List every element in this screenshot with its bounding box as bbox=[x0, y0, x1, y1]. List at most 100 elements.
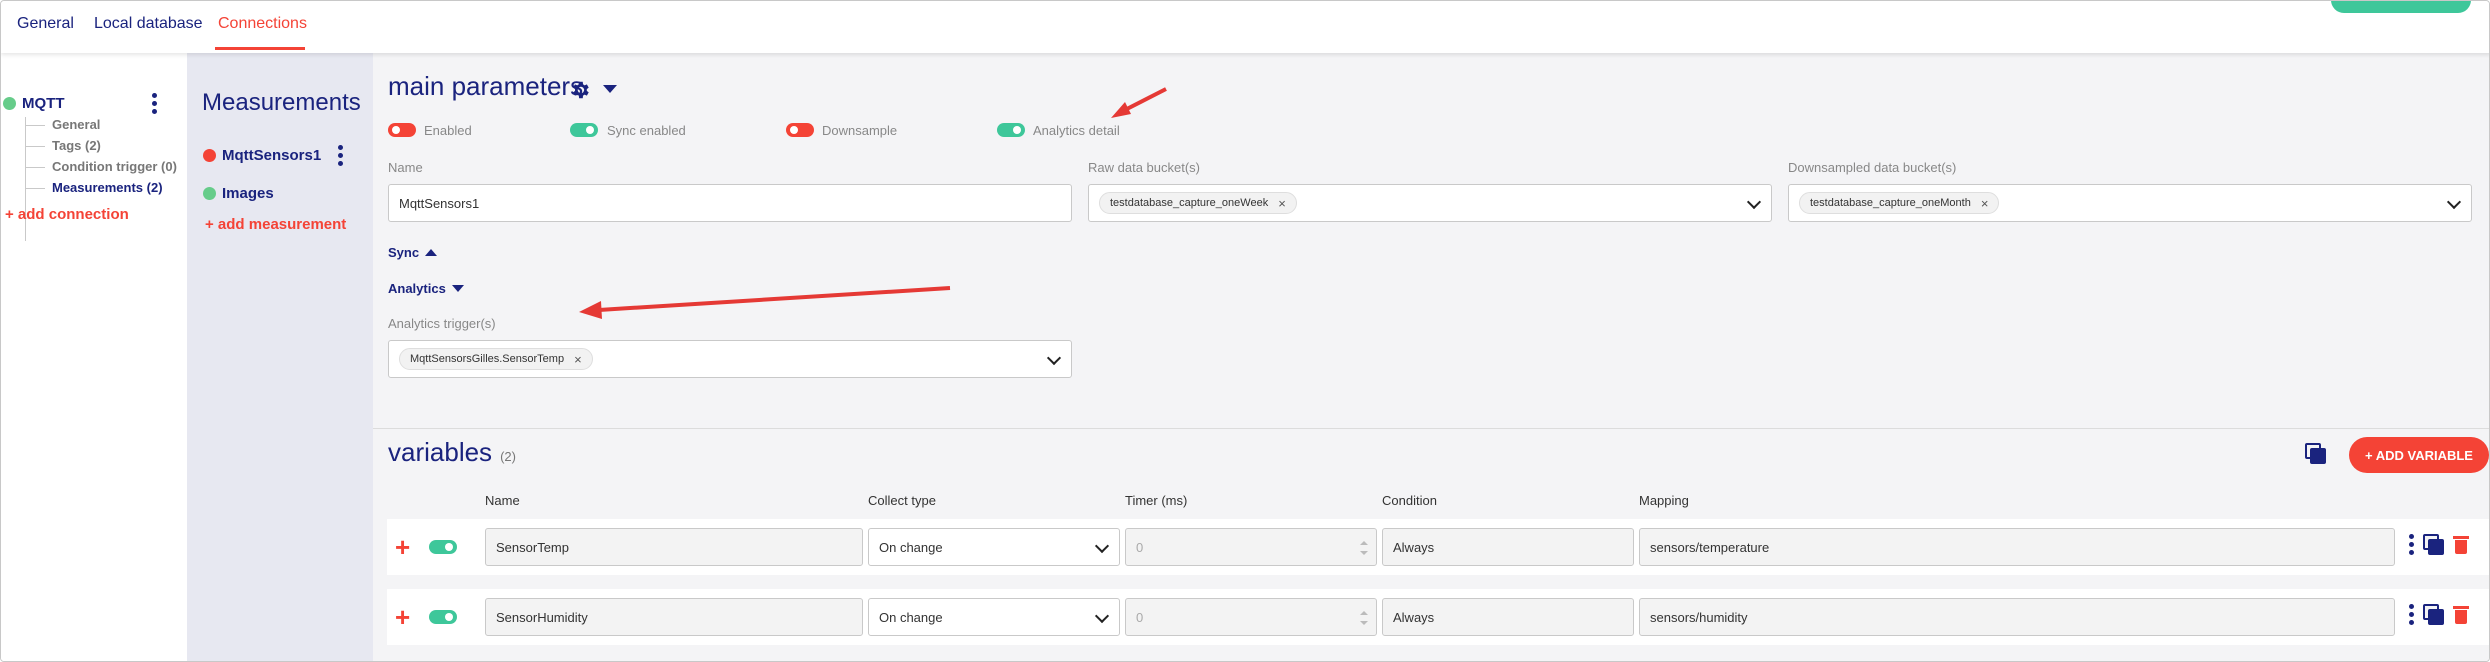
expand-row-button[interactable]: + bbox=[395, 604, 410, 630]
collect-type-value: On change bbox=[879, 609, 943, 625]
tree-item-condition-trigger[interactable]: Condition trigger (0) bbox=[52, 159, 177, 174]
measurement-menu-icon[interactable] bbox=[338, 145, 344, 169]
raw-bucket-label: Raw data bucket(s) bbox=[1088, 160, 1200, 175]
tab-connections[interactable]: Connections bbox=[218, 15, 307, 33]
column-header-name: Name bbox=[485, 493, 520, 508]
chip-label: MqttSensorsGilles.SensorTemp bbox=[410, 353, 565, 365]
status-dot-icon bbox=[203, 149, 216, 162]
variables-count: (2) bbox=[500, 449, 516, 464]
mapping-input[interactable]: sensors/temperature bbox=[1639, 528, 2395, 566]
analytics-trigger-select[interactable]: MqttSensorsGilles.SensorTemp × bbox=[388, 340, 1072, 378]
spinner-icon bbox=[1360, 541, 1368, 555]
measurement-label: MqttSensors1 bbox=[222, 147, 322, 164]
mapping-input[interactable]: sensors/humidity bbox=[1639, 598, 2395, 636]
column-header-condition: Condition bbox=[1382, 493, 1437, 508]
chevron-down-icon[interactable] bbox=[1046, 350, 1062, 366]
name-input[interactable]: MqttSensors1 bbox=[388, 184, 1072, 222]
close-icon[interactable]: × bbox=[1981, 196, 1989, 211]
variable-row: + SensorTemp On change 0 Always sensors/… bbox=[387, 519, 2489, 575]
collect-type-select[interactable]: On change bbox=[868, 528, 1120, 566]
chip-label: testdatabase_capture_oneMonth bbox=[1810, 197, 1971, 209]
enabled-toggle[interactable] bbox=[388, 123, 416, 137]
chevron-down-icon[interactable] bbox=[2446, 194, 2462, 210]
measurements-panel: Measurements MqttSensors1 Images + add m… bbox=[187, 53, 373, 661]
gear-icon[interactable] bbox=[569, 79, 591, 101]
raw-bucket-chip: testdatabase_capture_oneWeek × bbox=[1099, 192, 1297, 214]
analytics-collapse-toggle[interactable]: Analytics bbox=[388, 281, 464, 296]
variable-enabled-toggle[interactable] bbox=[429, 540, 457, 554]
tree-item-tags[interactable]: Tags (2) bbox=[52, 138, 101, 153]
connection-tree: MQTT General Tags (2) Condition trigger … bbox=[1, 53, 187, 661]
add-connection-link[interactable]: + add connection bbox=[5, 206, 129, 223]
downsample-toggle[interactable] bbox=[786, 123, 814, 137]
add-measurement-link[interactable]: + add measurement bbox=[205, 216, 346, 233]
name-label: Name bbox=[388, 160, 423, 175]
status-dot-icon bbox=[3, 97, 16, 110]
variable-name-input[interactable]: SensorTemp bbox=[485, 528, 863, 566]
tree-item-general[interactable]: General bbox=[52, 117, 100, 132]
sync-label: Sync bbox=[388, 245, 420, 260]
raw-bucket-select[interactable]: testdatabase_capture_oneWeek × bbox=[1088, 184, 1772, 222]
timer-value: 0 bbox=[1136, 609, 1144, 625]
tree-item-measurements[interactable]: Measurements (2) bbox=[52, 180, 163, 195]
variable-row: + SensorHumidity On change 0 Always sens… bbox=[387, 589, 2489, 645]
downsample-label: Downsample bbox=[822, 123, 898, 138]
tree-connector bbox=[25, 125, 45, 126]
column-header-mapping: Mapping bbox=[1639, 493, 1689, 508]
active-tab-indicator bbox=[215, 47, 305, 50]
top-action-button[interactable] bbox=[2331, 1, 2471, 13]
sync-enabled-toggle[interactable] bbox=[570, 123, 598, 137]
timer-input[interactable]: 0 bbox=[1125, 598, 1377, 636]
delete-icon[interactable] bbox=[2453, 606, 2469, 624]
caret-down-icon[interactable] bbox=[603, 85, 617, 93]
row-menu-icon[interactable] bbox=[2409, 534, 2415, 558]
measurements-title: Measurements bbox=[202, 89, 361, 116]
enabled-label: Enabled bbox=[424, 123, 472, 138]
add-variable-button[interactable]: + ADD VARIABLE bbox=[2349, 437, 2489, 473]
copy-icon[interactable] bbox=[2305, 443, 2327, 465]
downsampled-bucket-select[interactable]: testdatabase_capture_oneMonth × bbox=[1788, 184, 2472, 222]
tree-root-mqtt[interactable]: MQTT bbox=[3, 95, 65, 112]
variable-name-input[interactable]: SensorHumidity bbox=[485, 598, 863, 636]
timer-input[interactable]: 0 bbox=[1125, 528, 1377, 566]
close-icon[interactable]: × bbox=[1278, 196, 1286, 211]
tab-local-database[interactable]: Local database bbox=[94, 15, 203, 33]
copy-icon[interactable] bbox=[2423, 534, 2445, 556]
chevron-down-icon bbox=[1094, 538, 1110, 554]
analytics-detail-label: Analytics detail bbox=[1033, 123, 1120, 138]
condition-input[interactable]: Always bbox=[1382, 598, 1634, 636]
chevron-down-icon[interactable] bbox=[1746, 194, 1762, 210]
analytics-detail-toggle[interactable] bbox=[997, 123, 1025, 137]
sync-enabled-label: Sync enabled bbox=[607, 123, 686, 138]
section-divider bbox=[373, 428, 2489, 429]
copy-icon[interactable] bbox=[2423, 604, 2445, 626]
tree-connector bbox=[25, 188, 45, 189]
timer-value: 0 bbox=[1136, 539, 1144, 555]
tree-root-label: MQTT bbox=[22, 95, 65, 112]
chip-label: testdatabase_capture_oneWeek bbox=[1110, 197, 1269, 209]
sync-collapse-toggle[interactable]: Sync bbox=[388, 245, 438, 260]
top-tab-bar: General Local database Connections bbox=[1, 1, 2489, 53]
row-menu-icon[interactable] bbox=[2409, 604, 2415, 628]
app-frame: General Local database Connections MQTT … bbox=[0, 0, 2490, 662]
analytics-trigger-chip: MqttSensorsGilles.SensorTemp × bbox=[399, 348, 593, 370]
expand-row-button[interactable]: + bbox=[395, 534, 410, 560]
close-icon[interactable]: × bbox=[574, 352, 582, 367]
spinner-icon bbox=[1360, 611, 1368, 625]
variables-title: variables (2) bbox=[388, 437, 516, 468]
downsampled-bucket-label: Downsampled data bucket(s) bbox=[1788, 160, 1957, 175]
measurement-item-mqttsensors1[interactable]: MqttSensors1 bbox=[203, 147, 321, 164]
main-parameters-title: main parameters bbox=[388, 71, 584, 101]
collect-type-select[interactable]: On change bbox=[868, 598, 1120, 636]
variables-title-label: variables bbox=[388, 437, 493, 467]
condition-input[interactable]: Always bbox=[1382, 528, 1634, 566]
connection-menu-icon[interactable] bbox=[152, 93, 158, 117]
measurement-item-images[interactable]: Images bbox=[203, 185, 274, 202]
column-header-collect-type: Collect type bbox=[868, 493, 936, 508]
variable-enabled-toggle[interactable] bbox=[429, 610, 457, 624]
delete-icon[interactable] bbox=[2453, 536, 2469, 554]
status-dot-icon bbox=[203, 187, 216, 200]
tab-general[interactable]: General bbox=[17, 15, 74, 33]
analytics-label: Analytics bbox=[388, 281, 446, 296]
chevron-down-icon bbox=[1094, 608, 1110, 624]
